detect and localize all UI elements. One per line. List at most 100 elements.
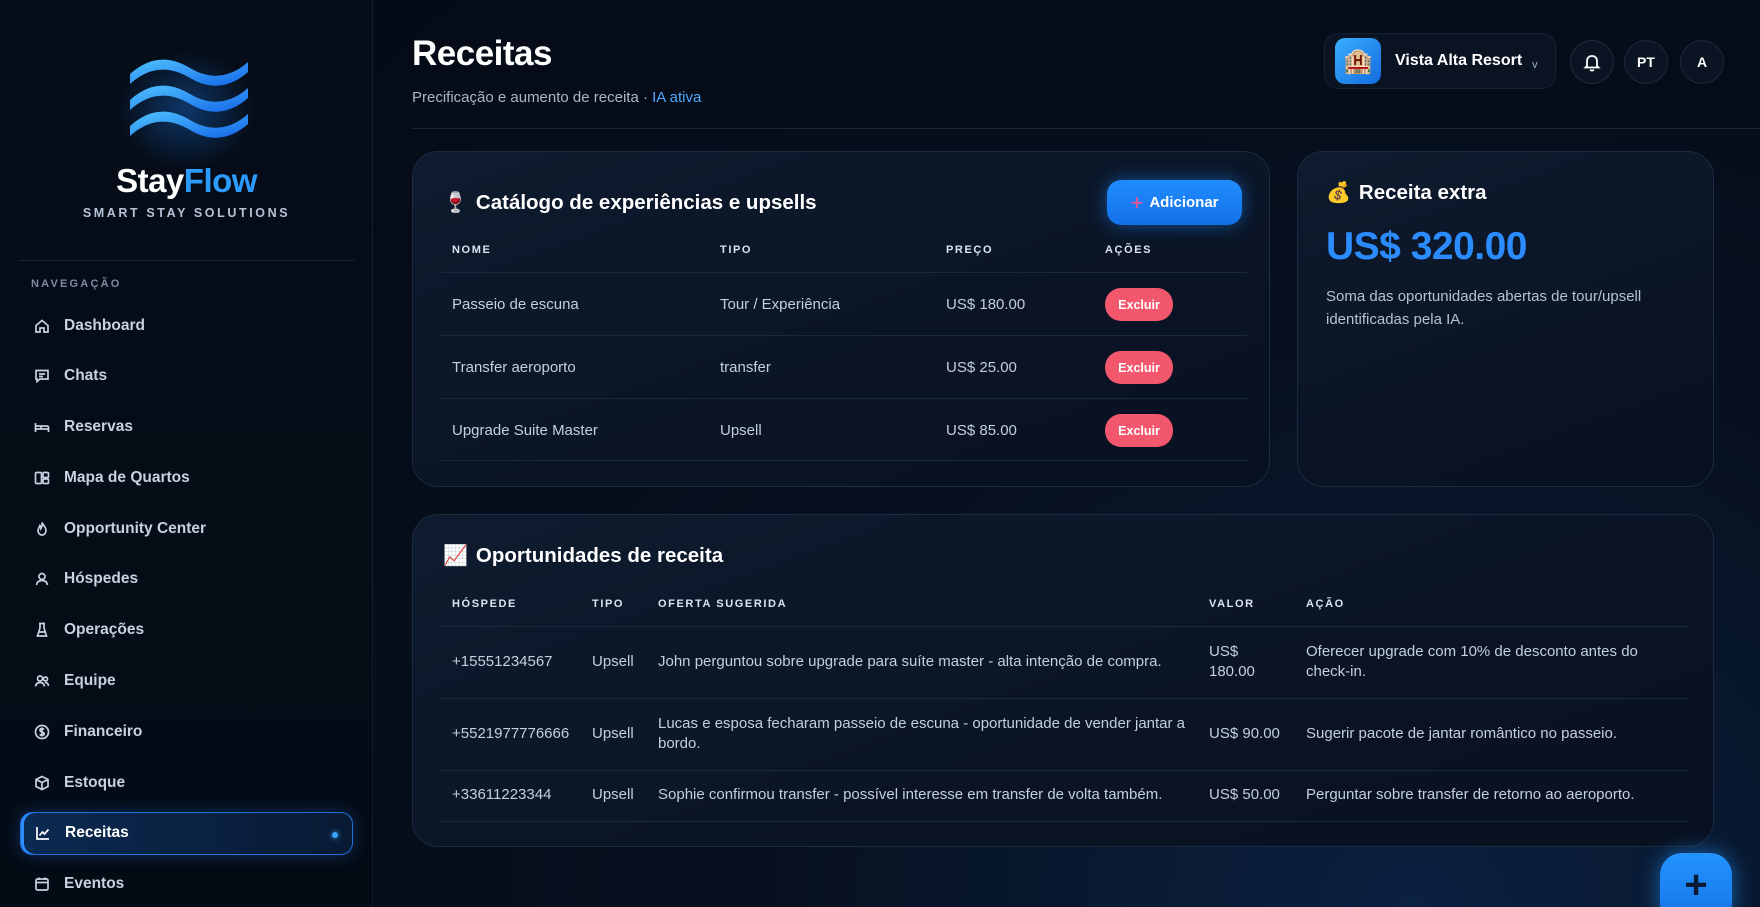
sidebar-item-label: Hóspedes (64, 570, 139, 588)
sidebar-item-estoque[interactable]: Estoque (20, 761, 353, 804)
active-indicator-dot (332, 831, 338, 838)
sidebar-item-eventos[interactable]: Eventos (20, 863, 353, 906)
catalog-cell-name: Passeio de escuna (452, 296, 579, 313)
sidebar-item-label: Equipe (64, 672, 116, 690)
brand-logo-block: StayFlow SMART STAY SOLUTIONS (0, 30, 373, 230)
catalog-cell-price: US$ 180.00 (946, 296, 1026, 313)
sidebar-item-label: Dashboard (64, 316, 145, 334)
resort-name: Vista Alta Resort (1395, 52, 1523, 69)
catalog-cell-price: US$ 25.00 (946, 359, 1017, 376)
opportunities-title: 📈 Oportunidades de receita (443, 543, 723, 568)
sidebar-item-chats[interactable]: Chats (20, 355, 353, 398)
row-divider (439, 626, 1689, 627)
resort-selector[interactable]: 🏨 Vista Alta Resort v (1324, 33, 1556, 89)
row-divider (439, 335, 1247, 336)
sidebar-nav: Dashboard Chats Reservas Mapa de Quartos… (20, 304, 353, 907)
money-bag-icon: 💰 (1326, 182, 1351, 204)
opportunity-offer: John perguntou sobre upgrade para suíte … (658, 653, 1162, 670)
page-subtitle-text: Precificação e aumento de receita · (412, 89, 653, 106)
sidebar-item-label: Operações (64, 621, 145, 639)
delete-button[interactable]: Excluir (1105, 288, 1173, 321)
opportunity-value-currency: US$ (1209, 643, 1239, 660)
opportunity-action: Perguntar sobre transfer de retorno ao a… (1306, 786, 1635, 803)
team-icon (34, 673, 50, 689)
extra-revenue-description: Soma das oportunidades abertas de tour/u… (1326, 288, 1642, 328)
column-header-oferta: OFERTA SUGERIDA (658, 598, 788, 610)
opportunity-type: Upsell (592, 786, 634, 803)
sidebar-item-mapa-de-quartos[interactable]: Mapa de Quartos (20, 456, 353, 499)
column-header-preco: PREÇO (946, 244, 994, 256)
column-header-acoes: AÇÕES (1105, 244, 1153, 256)
notifications-button[interactable] (1570, 40, 1614, 84)
opportunity-action: Sugerir pacote de jantar romântico no pa… (1306, 725, 1618, 742)
page-title: Receitas (412, 34, 552, 73)
sidebar-item-operacoes[interactable]: Operações (20, 609, 353, 652)
grid-icon (34, 470, 50, 486)
sidebar-divider (18, 260, 355, 261)
header-divider (412, 128, 1760, 129)
catalog-cell-type: Tour / Experiência (720, 296, 841, 313)
sidebar-item-opportunity-center[interactable]: Opportunity Center (20, 507, 353, 550)
sidebar-item-label: Estoque (64, 773, 126, 791)
column-header-acao: AÇÃO (1306, 598, 1345, 610)
opportunity-offer: Lucas e esposa fecharam passeio de escun… (658, 715, 1186, 752)
sidebar-item-label: Mapa de Quartos (64, 468, 190, 486)
nav-heading: NAVEGAÇÃO (31, 278, 122, 290)
opportunity-value-amount: 180.00 (1209, 663, 1255, 680)
add-button-label: Adicionar (1149, 194, 1219, 211)
chat-icon (34, 368, 50, 384)
language-button[interactable]: PT (1624, 40, 1668, 84)
catalog-cell-type: transfer (720, 359, 771, 376)
sidebar-item-receitas[interactable]: Receitas (20, 811, 353, 855)
opportunity-guest: +5521977776666 (452, 725, 570, 742)
sidebar-item-financeiro[interactable]: Financeiro (20, 710, 353, 753)
opportunity-guest: +33611223344 (452, 786, 552, 803)
sidebar-item-reservas[interactable]: Reservas (20, 406, 353, 449)
box-icon (34, 775, 50, 791)
delete-button[interactable]: Excluir (1105, 351, 1173, 384)
opportunity-type: Upsell (592, 725, 634, 742)
column-header-valor: VALOR (1209, 598, 1255, 610)
chart-icon (35, 825, 51, 841)
sidebar-item-label: Financeiro (64, 722, 143, 740)
calendar-icon (34, 876, 50, 892)
opportunities-title-text: Oportunidades de receita (475, 543, 724, 567)
row-divider (439, 698, 1689, 699)
page-subtitle: Precificação e aumento de receita · IA a… (412, 89, 701, 106)
extra-revenue-title-text: Receita extra (1358, 180, 1487, 204)
delete-button[interactable]: Excluir (1105, 414, 1173, 447)
sidebar-item-label: Chats (64, 367, 108, 385)
sidebar-item-dashboard[interactable]: Dashboard (20, 304, 353, 347)
wave-logo-icon (130, 59, 248, 138)
main-content: Receitas Precificação e aumento de recei… (374, 0, 1760, 907)
row-divider (439, 460, 1247, 461)
floating-add-button[interactable]: + (1660, 853, 1732, 907)
opportunity-type: Upsell (592, 653, 634, 670)
opportunity-value: US$ 90.00 (1209, 725, 1280, 742)
opportunities-card: 📈 Oportunidades de receita HÓSPEDE TIPO … (412, 514, 1714, 847)
sidebar-item-label: Receitas (65, 824, 129, 842)
catalog-cell-price: US$ 85.00 (946, 422, 1017, 439)
column-header-tipo: TIPO (720, 244, 753, 256)
bell-icon (1583, 55, 1601, 72)
sidebar-item-label: Reservas (64, 418, 133, 436)
sidebar-item-hospedes[interactable]: Hóspedes (20, 558, 353, 601)
flask-icon (34, 622, 50, 638)
sidebar-item-equipe[interactable]: Equipe (20, 660, 353, 703)
brand-tagline: SMART STAY SOLUTIONS (82, 206, 291, 220)
row-divider (439, 398, 1247, 399)
row-divider (439, 821, 1689, 822)
bed-icon (34, 419, 50, 435)
brand-name-part1: Stay (116, 162, 184, 199)
catalog-cell-type: Upsell (720, 422, 762, 439)
column-header-nome: NOME (452, 244, 492, 256)
hotel-icon: 🏨 (1335, 38, 1381, 84)
row-divider (439, 272, 1247, 273)
sidebar: StayFlow SMART STAY SOLUTIONS NAVEGAÇÃO … (0, 0, 373, 907)
catalog-title: 🍷 Catálogo de experiências e upsells (443, 190, 817, 215)
avatar[interactable]: A (1680, 40, 1724, 84)
add-button[interactable]: + Adicionar (1107, 180, 1242, 225)
plus-icon: + (1130, 189, 1144, 215)
ai-status: IA ativa (652, 89, 702, 106)
extra-revenue-title: 💰 Receita extra (1326, 180, 1487, 205)
